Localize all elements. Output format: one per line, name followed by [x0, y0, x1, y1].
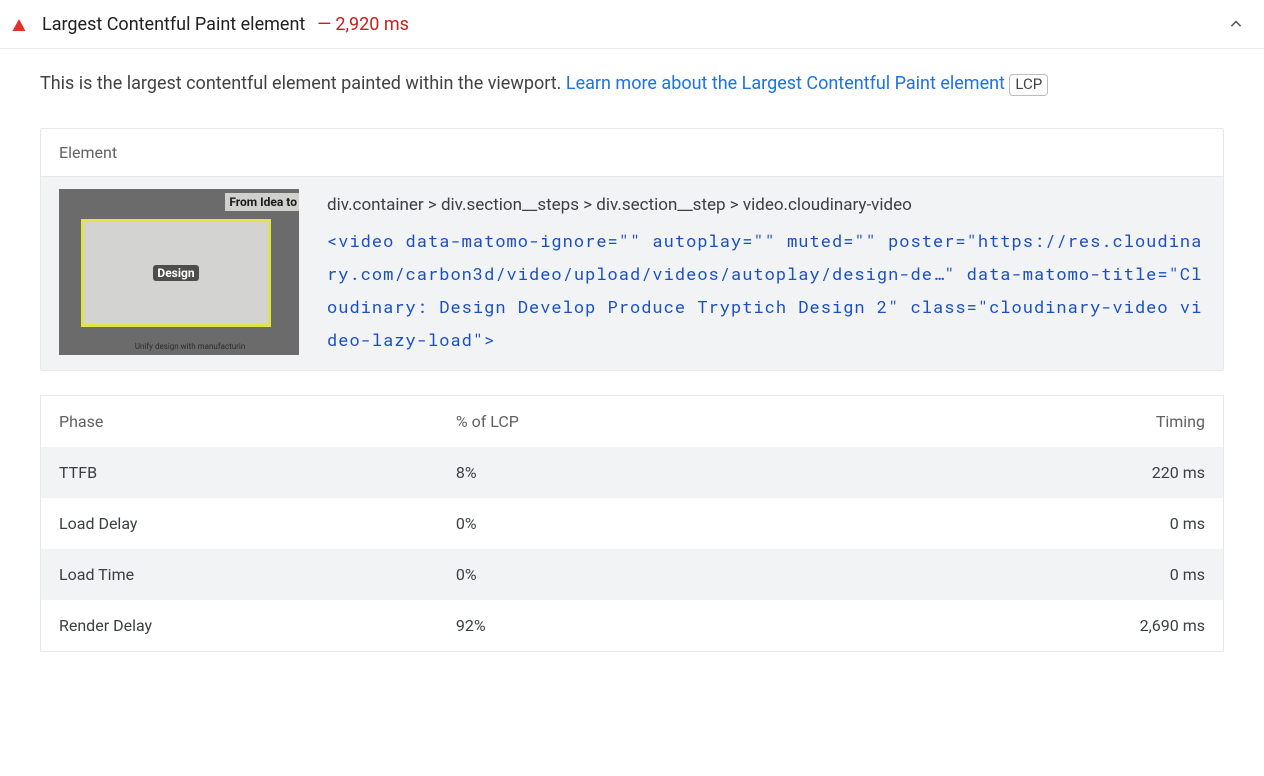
timing-cell: 2,690 ms: [911, 600, 1223, 652]
lcp-audit-panel: Largest Contentful Paint element —2,920 …: [0, 0, 1264, 662]
thumb-label: Design: [153, 265, 198, 281]
phase-cell: Load Delay: [41, 498, 438, 549]
lcp-badge: LCP: [1009, 74, 1048, 96]
audit-description: This is the largest contentful element p…: [40, 69, 1224, 100]
phase-cell: TTFB: [41, 447, 438, 498]
phase-table: Phase % of LCP Timing TTFB 8% 220 ms Loa…: [40, 395, 1224, 652]
phase-cell: Render Delay: [41, 600, 438, 652]
timing-cell: 0 ms: [911, 549, 1223, 600]
pct-cell: 8%: [438, 447, 911, 498]
col-timing: Timing: [911, 396, 1223, 448]
description-prefix: This is the largest contentful element p…: [40, 73, 566, 94]
timing-cell: 0 ms: [911, 498, 1223, 549]
thumb-caption: Unify design with manufacturin: [135, 342, 245, 351]
chevron-up-icon[interactable]: [1224, 12, 1248, 36]
table-row: TTFB 8% 220 ms: [41, 447, 1224, 498]
col-phase: Phase: [41, 396, 438, 448]
col-pct: % of LCP: [438, 396, 911, 448]
table-row: Load Time 0% 0 ms: [41, 549, 1224, 600]
metric-value: 2,920 ms: [335, 14, 409, 35]
learn-more-link[interactable]: Learn more about the Largest Contentful …: [566, 73, 1005, 94]
pct-cell: 0%: [438, 549, 911, 600]
element-code: div.container > div.section__steps > div…: [327, 189, 1205, 357]
element-html: <video data-matomo-ignore="" autoplay=""…: [327, 224, 1205, 357]
thumb-highlight: Design: [81, 219, 271, 327]
audit-title: Largest Contentful Paint element: [42, 14, 305, 35]
element-panel: Element From Idea to Design Unify design…: [40, 128, 1224, 372]
timing-cell: 220 ms: [911, 447, 1223, 498]
audit-metric: —2,920 ms: [317, 14, 409, 35]
fail-triangle-icon: [12, 18, 26, 32]
phase-table-header: Phase % of LCP Timing: [41, 396, 1224, 448]
metric-dash: —: [317, 14, 331, 35]
element-thumbnail: From Idea to Design Unify design with ma…: [59, 189, 299, 355]
table-row: Load Delay 0% 0 ms: [41, 498, 1224, 549]
thumb-heading: From Idea to: [225, 193, 299, 211]
audit-body: This is the largest contentful element p…: [0, 49, 1264, 662]
element-panel-header: Element: [41, 129, 1223, 176]
element-selector: div.container > div.section__steps > div…: [327, 189, 1205, 222]
phase-cell: Load Time: [41, 549, 438, 600]
pct-cell: 92%: [438, 600, 911, 652]
table-row: Render Delay 92% 2,690 ms: [41, 600, 1224, 652]
audit-header[interactable]: Largest Contentful Paint element —2,920 …: [0, 0, 1264, 49]
element-row: From Idea to Design Unify design with ma…: [41, 176, 1223, 371]
pct-cell: 0%: [438, 498, 911, 549]
